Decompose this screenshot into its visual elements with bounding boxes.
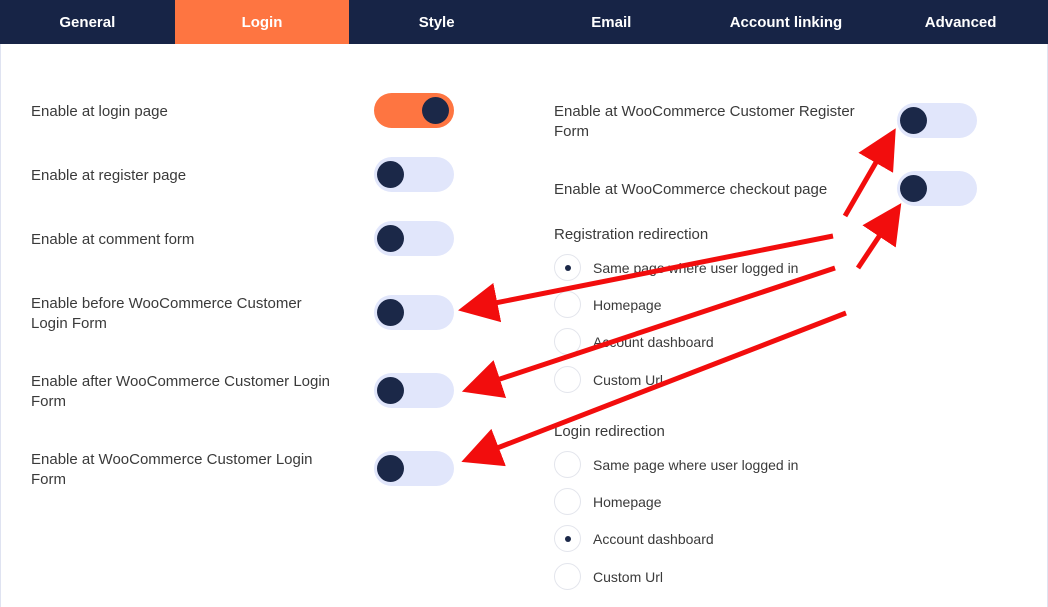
toggle-login-page[interactable] bbox=[374, 93, 454, 128]
toggle-before-wc-login-form[interactable] bbox=[374, 295, 454, 330]
toggle-wc-checkout-page[interactable] bbox=[897, 171, 977, 206]
settings-page: General Login Style Email Account linkin… bbox=[0, 0, 1048, 607]
tab-email[interactable]: Email bbox=[524, 0, 699, 44]
radio-label: Custom Url bbox=[593, 371, 664, 388]
tab-account-linking[interactable]: Account linking bbox=[699, 0, 874, 44]
toggle-knob bbox=[377, 225, 404, 252]
radio-button[interactable] bbox=[554, 328, 581, 355]
radio-button[interactable] bbox=[554, 291, 581, 318]
login-redirection-title: Login redirection bbox=[554, 423, 665, 440]
toggle-knob bbox=[900, 107, 927, 134]
registration-radio-homepage[interactable]: Homepage bbox=[554, 291, 662, 318]
setting-label-at-wc-login-form: Enable at WooCommerce Customer Login For… bbox=[31, 451, 313, 488]
setting-label-wc-checkout-page: Enable at WooCommerce checkout page bbox=[554, 181, 828, 198]
toggle-at-wc-login-form[interactable] bbox=[374, 451, 454, 486]
tab-general[interactable]: General bbox=[0, 0, 175, 44]
toggle-register-page[interactable] bbox=[374, 157, 454, 192]
radio-button[interactable] bbox=[554, 254, 581, 281]
registration-radio-account-dashboard[interactable]: Account dashboard bbox=[554, 328, 714, 355]
tab-style[interactable]: Style bbox=[349, 0, 524, 44]
toggle-knob bbox=[900, 175, 927, 202]
login-radio-custom-url[interactable]: Custom Url bbox=[554, 563, 663, 590]
registration-radio-same-page[interactable]: Same page where user logged in bbox=[554, 254, 798, 281]
setting-label-register-page: Enable at register page bbox=[31, 167, 187, 184]
login-radio-account-dashboard[interactable]: Account dashboard bbox=[554, 525, 714, 552]
toggle-wc-register-form[interactable] bbox=[897, 103, 977, 138]
toggle-knob bbox=[377, 455, 404, 482]
radio-button[interactable] bbox=[554, 451, 581, 478]
tab-bar: General Login Style Email Account linkin… bbox=[0, 0, 1048, 44]
toggle-after-wc-login-form[interactable] bbox=[374, 373, 454, 408]
login-radio-same-page[interactable]: Same page where user logged in bbox=[554, 451, 798, 478]
toggle-knob bbox=[377, 161, 404, 188]
radio-label: Account dashboard bbox=[593, 333, 714, 350]
toggle-comment-form[interactable] bbox=[374, 221, 454, 256]
setting-label-wc-register-form: Enable at WooCommerce Customer Register … bbox=[554, 103, 855, 140]
radio-button[interactable] bbox=[554, 366, 581, 393]
tab-advanced[interactable]: Advanced bbox=[873, 0, 1048, 44]
toggle-knob bbox=[422, 97, 449, 124]
registration-redirection-title: Registration redirection bbox=[554, 226, 709, 243]
setting-label-comment-form: Enable at comment form bbox=[31, 231, 195, 248]
toggle-knob bbox=[377, 377, 404, 404]
setting-label-after-wc-login-form: Enable after WooCommerce Customer Login … bbox=[31, 373, 331, 410]
radio-label: Custom Url bbox=[593, 568, 664, 585]
tab-login[interactable]: Login bbox=[174, 0, 350, 44]
radio-label: Same page where user logged in bbox=[593, 456, 799, 473]
setting-label-before-wc-login-form: Enable before WooCommerce Customer Login… bbox=[31, 295, 302, 332]
toggle-knob bbox=[377, 299, 404, 326]
login-radio-homepage[interactable]: Homepage bbox=[554, 488, 662, 515]
radio-label: Same page where user logged in bbox=[593, 259, 799, 276]
radio-button[interactable] bbox=[554, 563, 581, 590]
radio-label: Homepage bbox=[593, 296, 662, 313]
radio-button[interactable] bbox=[554, 488, 581, 515]
radio-label: Account dashboard bbox=[593, 530, 714, 547]
radio-label: Homepage bbox=[593, 493, 662, 510]
registration-radio-custom-url[interactable]: Custom Url bbox=[554, 366, 663, 393]
setting-label-login-page: Enable at login page bbox=[31, 103, 168, 120]
radio-button[interactable] bbox=[554, 525, 581, 552]
